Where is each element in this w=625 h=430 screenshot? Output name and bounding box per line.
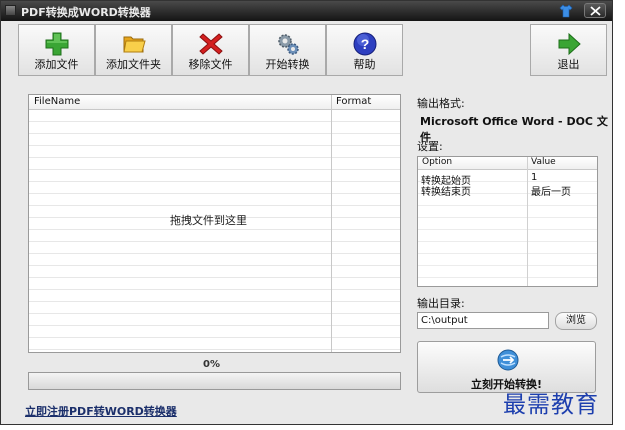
help-label: 帮助 bbox=[353, 58, 376, 71]
skin-shirt-icon[interactable] bbox=[559, 4, 573, 18]
gears-icon bbox=[277, 34, 299, 55]
column-format[interactable]: Format bbox=[336, 96, 371, 107]
app-window: PDF转换成WORD转换器 添加文件 添加文件夹 移除文件 开始转换 ? 帮助 … bbox=[0, 0, 613, 425]
red-x-icon bbox=[198, 33, 223, 55]
settings-header: Option Value bbox=[418, 157, 597, 170]
setting-option: 转换结束页 bbox=[421, 187, 471, 198]
settings-row[interactable]: 转换结束页 最后一页 bbox=[418, 183, 597, 198]
setting-value[interactable]: 1 bbox=[531, 172, 537, 183]
column-filename[interactable]: FileName bbox=[34, 96, 80, 107]
help-button[interactable]: ? 帮助 bbox=[326, 24, 403, 76]
column-divider bbox=[331, 95, 332, 352]
title-bar[interactable]: PDF转换成WORD转换器 bbox=[1, 1, 612, 21]
drop-hint: 拖拽文件到这里 bbox=[170, 214, 247, 227]
register-link[interactable]: 立即注册PDF转WORD转换器 bbox=[25, 403, 177, 419]
settings-rows: 转换起始页 1 转换结束页 最后一页 bbox=[418, 170, 597, 286]
output-dir-input[interactable] bbox=[417, 312, 549, 329]
close-button[interactable] bbox=[584, 3, 606, 18]
remove-file-label: 移除文件 bbox=[188, 58, 233, 71]
output-format-label: 输出格式: bbox=[417, 97, 465, 110]
window-title: PDF转换成WORD转换器 bbox=[21, 6, 151, 19]
file-list-header: FileName Format bbox=[29, 95, 400, 110]
folder-icon bbox=[122, 36, 146, 53]
watermark: 最需教育 bbox=[503, 392, 599, 418]
convert-globe-icon bbox=[497, 349, 519, 371]
file-list-rows bbox=[29, 110, 400, 352]
app-icon bbox=[5, 5, 16, 16]
progress-percent: 0% bbox=[203, 359, 220, 370]
add-folder-button[interactable]: 添加文件夹 bbox=[95, 24, 172, 76]
setting-value[interactable]: 最后一页 bbox=[531, 183, 571, 198]
progress-bar bbox=[28, 372, 401, 390]
column-option: Option bbox=[422, 157, 453, 167]
start-convert-label: 开始转换 bbox=[265, 58, 310, 71]
svg-text:?: ? bbox=[360, 36, 369, 52]
output-dir-label: 输出目录: bbox=[417, 297, 465, 310]
green-arrow-right-icon bbox=[558, 32, 581, 56]
file-list-panel[interactable]: FileName Format 拖拽文件到这里 bbox=[28, 94, 401, 353]
remove-file-button[interactable]: 移除文件 bbox=[172, 24, 249, 76]
help-question-icon: ? bbox=[353, 32, 376, 56]
output-format-value: Microsoft Office Word - DOC 文件 bbox=[420, 115, 608, 144]
settings-table[interactable]: Option Value 转换起始页 1 转换结束页 最后一页 bbox=[417, 156, 598, 287]
add-file-button[interactable]: 添加文件 bbox=[18, 24, 95, 76]
browse-button[interactable]: 浏览 bbox=[555, 312, 597, 330]
close-icon bbox=[590, 6, 601, 16]
exit-button[interactable]: 退出 bbox=[530, 24, 607, 76]
add-folder-label: 添加文件夹 bbox=[106, 58, 161, 71]
exit-label: 退出 bbox=[557, 58, 580, 71]
settings-label: 设置: bbox=[417, 140, 443, 153]
settings-column-divider bbox=[527, 157, 528, 286]
settings-row[interactable]: 转换起始页 1 bbox=[418, 172, 597, 187]
start-convert-button[interactable]: 开始转换 bbox=[249, 24, 326, 76]
column-value: Value bbox=[531, 157, 556, 167]
add-file-label: 添加文件 bbox=[34, 58, 79, 71]
green-plus-icon bbox=[45, 32, 68, 56]
